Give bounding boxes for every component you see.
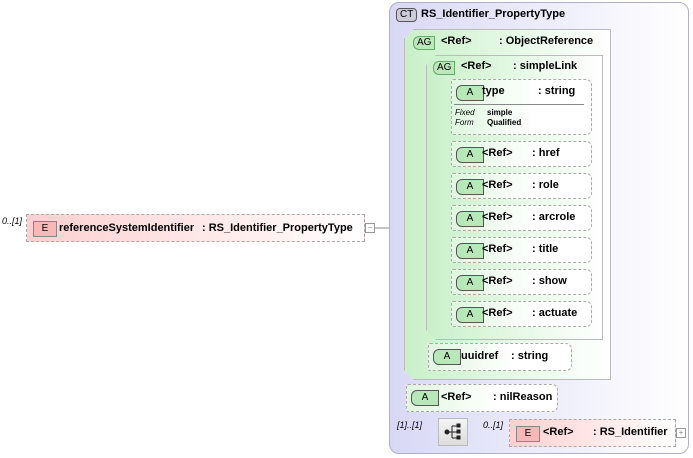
collapse-toggle[interactable]: − <box>365 223 375 233</box>
attribute-group-type: : ObjectReference <box>499 35 594 47</box>
attribute-type[interactable]: A type : string Fixed simple Form Qualif… <box>451 79 592 135</box>
sequence-icon <box>444 423 461 440</box>
attribute-arcrole[interactable]: A <Ref> : arcrole <box>451 205 592 231</box>
attribute-uuidref[interactable]: Auuidref : string <box>428 343 572 371</box>
element-type: : RS_Identifier_PropertyType <box>202 222 353 234</box>
ref-label: <Ref> <box>482 307 513 319</box>
element-badge: E <box>516 426 540 442</box>
attribute-name: type <box>482 85 505 97</box>
divider <box>454 104 584 105</box>
ref-label: <Ref> <box>441 35 472 47</box>
ref-label: <Ref> <box>441 391 472 403</box>
ref-label: <Ref> <box>482 147 513 159</box>
element-type: : RS_Identifier <box>593 426 668 438</box>
ref-label: <Ref> <box>482 179 513 191</box>
attribute-type-label: : nilReason <box>493 391 553 403</box>
attribute-badge: A <box>456 147 484 163</box>
attribute-type-label: : href <box>532 147 560 159</box>
attribute-type-label: : string <box>511 350 549 362</box>
attribute-badge: A <box>456 211 484 227</box>
attribute-badge: A <box>433 349 461 365</box>
attribute-title[interactable]: A <Ref> : title <box>451 237 592 263</box>
attribute-badge: A <box>411 390 439 406</box>
occurrence-label: 0..[1] <box>483 420 504 430</box>
complex-type-badge: CT <box>396 8 418 22</box>
sequence-occurrence: [1]..[1] <box>397 420 423 430</box>
attribute-badge: A <box>456 307 484 323</box>
attribute-badge: A <box>456 275 484 291</box>
ref-label: <Ref> <box>482 275 513 287</box>
attribute-badge: A <box>456 85 484 101</box>
sequence-compositor[interactable] <box>438 418 468 446</box>
element-reference-system-identifier[interactable]: E referenceSystemIdentifier : RS_Identif… <box>26 214 365 242</box>
element-rs-identifier[interactable]: E <Ref> : RS_Identifier <box>509 419 676 447</box>
form-value: Qualified <box>487 118 522 127</box>
attribute-type-label: : title <box>532 243 559 255</box>
attribute-badge: A <box>456 179 484 195</box>
ref-label: <Ref> <box>543 426 574 438</box>
attribute-group-badge: AG <box>433 61 455 75</box>
fixed-label: Fixed <box>455 108 475 117</box>
ref-label: <Ref> <box>482 243 513 255</box>
attribute-actuate[interactable]: A <Ref> : actuate <box>451 301 592 327</box>
ref-label: <Ref> <box>461 60 492 72</box>
fixed-value: simple <box>487 108 513 117</box>
attribute-role[interactable]: A <Ref> : role <box>451 173 592 199</box>
attribute-name: uuidref <box>461 350 499 362</box>
complex-type-name: RS_Identifier_PropertyType <box>421 8 566 20</box>
attribute-type-label: : arcrole <box>532 211 576 223</box>
occurrence-label: 0..[1] <box>2 216 23 226</box>
attribute-nil-reason[interactable]: A <Ref> : nilReason <box>406 384 558 412</box>
attribute-type-label: : actuate <box>532 307 578 319</box>
attribute-group-type: : simpleLink <box>513 60 578 72</box>
attribute-badge: A <box>456 243 484 259</box>
ref-label: <Ref> <box>482 211 513 223</box>
attribute-group-badge: AG <box>413 36 435 50</box>
attribute-show[interactable]: A <Ref> : show <box>451 269 592 295</box>
attribute-type-label: : string <box>538 85 576 97</box>
element-badge: E <box>33 221 57 237</box>
attribute-type-label: : show <box>532 275 567 287</box>
form-label: Form <box>455 118 474 127</box>
expand-toggle[interactable]: + <box>676 428 686 438</box>
element-name: referenceSystemIdentifier <box>59 222 195 234</box>
attribute-href[interactable]: A <Ref> : href <box>451 141 592 167</box>
attribute-type-label: : role <box>532 179 559 191</box>
